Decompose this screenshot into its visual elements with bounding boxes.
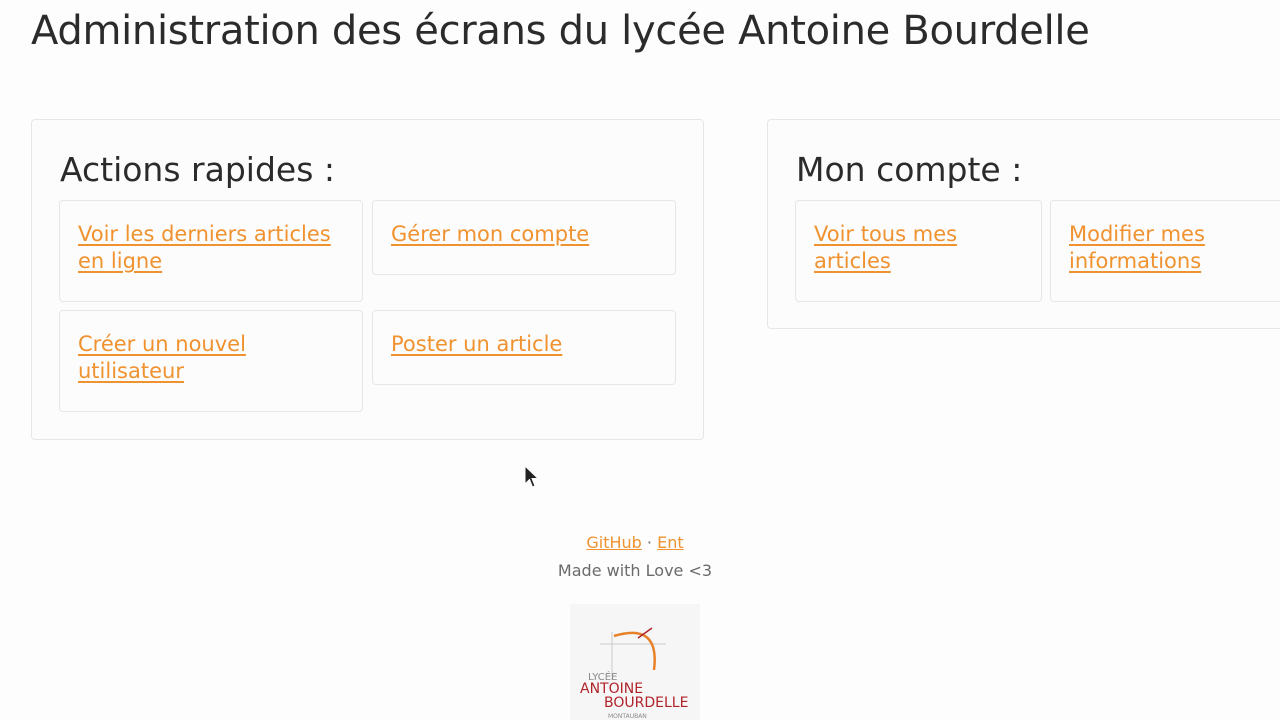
quick-action-card-post-article: Poster un article	[372, 310, 676, 385]
mouse-pointer-icon	[524, 465, 540, 488]
quick-action-card-create-user: Créer un nouvel utilisateur	[59, 310, 363, 412]
github-link[interactable]: GitHub	[586, 533, 641, 552]
post-article-link[interactable]: Poster un article	[391, 332, 562, 356]
ent-link[interactable]: Ent	[657, 533, 684, 552]
view-my-articles-link[interactable]: Voir tous mes articles	[814, 222, 957, 273]
quick-actions-panel: Actions rapides : Voir les derniers arti…	[31, 119, 704, 440]
edit-my-info-link[interactable]: Modifier mes informations	[1069, 222, 1205, 273]
quick-actions-heading: Actions rapides :	[60, 150, 335, 189]
logo-line-bourdelle: BOURDELLE	[604, 695, 688, 711]
account-heading: Mon compte :	[796, 150, 1023, 189]
page-title: Administration des écrans du lycée Antoi…	[31, 8, 1090, 54]
quick-action-card-latest-articles: Voir les derniers articles en ligne	[59, 200, 363, 302]
account-panel: Mon compte : Voir tous mes articles Modi…	[767, 119, 1280, 329]
footer-links: GitHub · Ent	[0, 533, 1270, 552]
manage-account-link[interactable]: Gérer mon compte	[391, 222, 589, 246]
school-logo-graphic: LYCÉE ANTOINE BOURDELLE MONTAUBAN	[580, 627, 688, 720]
school-logo: LYCÉE ANTOINE BOURDELLE MONTAUBAN	[570, 604, 700, 720]
logo-line-montauban: MONTAUBAN	[608, 713, 647, 720]
page: Administration des écrans du lycée Antoi…	[0, 0, 1280, 720]
quick-action-card-manage-account: Gérer mon compte	[372, 200, 676, 275]
footer-tagline: Made with Love <3	[557, 561, 713, 580]
create-user-link[interactable]: Créer un nouvel utilisateur	[78, 332, 246, 383]
footer-separator: ·	[646, 533, 652, 552]
view-latest-articles-link[interactable]: Voir les derniers articles en ligne	[78, 222, 331, 273]
account-card-my-articles: Voir tous mes articles	[795, 200, 1042, 302]
account-card-edit-info: Modifier mes informations	[1050, 200, 1280, 302]
